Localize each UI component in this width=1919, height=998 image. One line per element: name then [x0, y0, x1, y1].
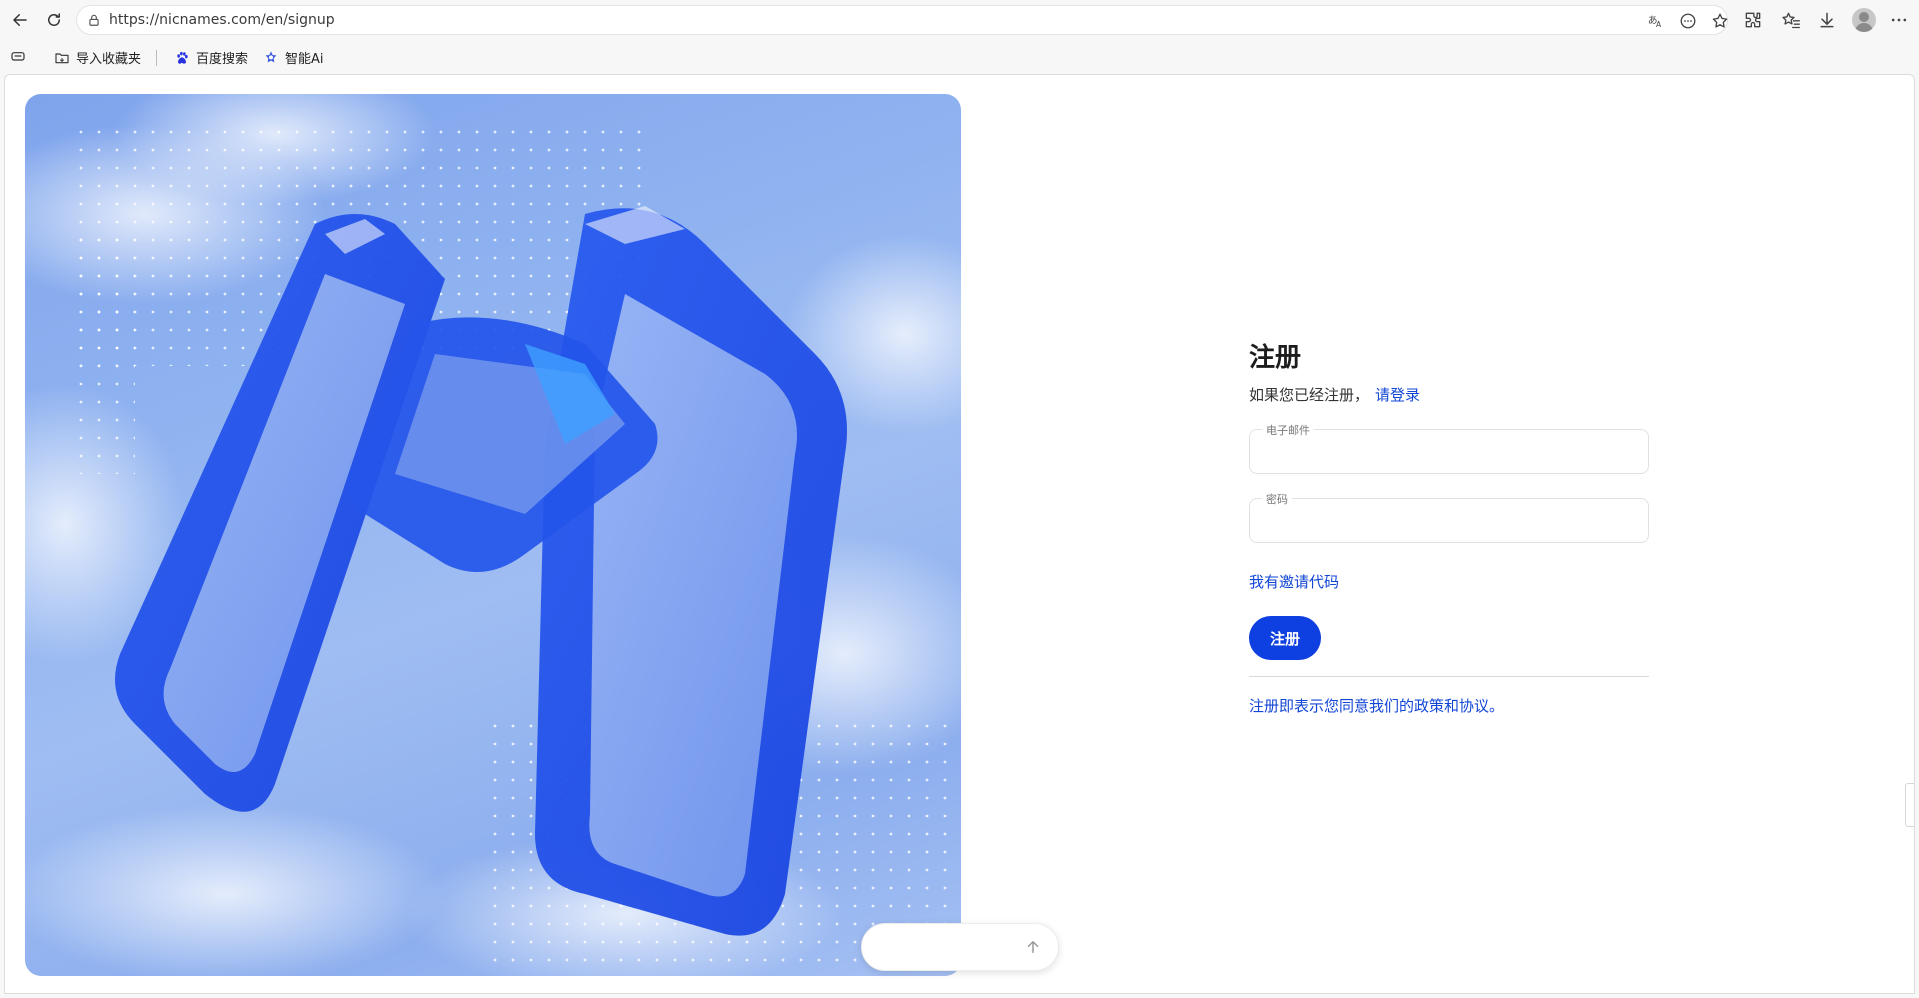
tab-actions-icon	[11, 52, 25, 61]
translate-icon[interactable]: あA	[1647, 12, 1665, 30]
favorite-star-icon[interactable]	[1711, 12, 1729, 30]
favorites-list-icon	[1782, 12, 1800, 29]
reader-mode-icon[interactable]	[1679, 12, 1697, 30]
bookmark-label: 导入收藏夹	[76, 52, 142, 67]
lock-icon	[89, 14, 99, 26]
divider	[1249, 676, 1649, 677]
more-dots-icon	[1891, 18, 1907, 22]
extensions-button[interactable]	[1742, 9, 1764, 31]
bookmark-separator	[156, 50, 157, 66]
invite-code-link[interactable]: 我有邀请代码	[1249, 571, 1339, 592]
favorites-button[interactable]	[1780, 9, 1802, 31]
more-menu-button[interactable]	[1888, 9, 1910, 31]
downloads-button[interactable]	[1816, 9, 1838, 31]
policy-link[interactable]: 注册即表示您同意我们的政策和协议。	[1249, 695, 1504, 716]
bookmark-baidu[interactable]: 百度搜索	[174, 48, 248, 67]
login-prompt-text: 如果您已经注册，	[1249, 386, 1370, 404]
hero-m-logo-illustration	[25, 94, 961, 976]
ai-star-icon	[265, 50, 277, 62]
hero-image	[25, 94, 961, 976]
signup-form: 注册 如果您已经注册， 请登录 电子邮件 密码 我有邀请代码 注册 注册即表示您同…	[1249, 337, 1649, 716]
email-input[interactable]	[1250, 430, 1648, 473]
floating-input-box[interactable]	[861, 923, 1059, 971]
back-arrow-icon	[13, 14, 27, 26]
download-icon	[1820, 12, 1834, 28]
profile-avatar[interactable]	[1852, 8, 1876, 32]
address-bar[interactable]: https://nicnames.com/en/signup あA	[76, 5, 1728, 35]
password-input[interactable]	[1250, 499, 1648, 542]
signup-button[interactable]: 注册	[1249, 616, 1321, 660]
back-button[interactable]	[6, 6, 34, 34]
reload-button[interactable]	[40, 6, 68, 34]
side-panel-handle[interactable]	[1905, 783, 1914, 827]
puzzle-icon	[1745, 12, 1761, 28]
bookmark-ai[interactable]: 智能Ai	[263, 48, 324, 67]
reload-icon	[48, 13, 60, 26]
arrow-up-icon[interactable]	[1024, 938, 1042, 956]
baidu-paw-icon	[177, 51, 188, 64]
email-field[interactable]: 电子邮件	[1249, 422, 1649, 474]
bookmark-label: 百度搜索	[196, 52, 249, 67]
bookmark-import[interactable]: 导入收藏夹	[54, 48, 141, 67]
bookmarks-bar: 导入收藏夹 百度搜索 智能Ai	[0, 40, 1919, 74]
page-viewport: 注册 如果您已经注册， 请登录 电子邮件 密码 我有邀请代码 注册 注册即表示您同…	[4, 74, 1915, 994]
url-text: https://nicnames.com/en/signup	[109, 12, 335, 28]
bookmark-label: 智能Ai	[285, 52, 324, 67]
login-link[interactable]: 请登录	[1375, 386, 1420, 404]
browser-toolbar: https://nicnames.com/en/signup あA	[0, 0, 1919, 40]
tab-actions-button[interactable]	[10, 48, 26, 64]
password-field[interactable]: 密码	[1249, 491, 1649, 543]
page-title: 注册	[1249, 343, 1302, 373]
folder-import-icon	[55, 52, 69, 63]
svg-text:A: A	[1656, 20, 1662, 29]
login-prompt: 如果您已经注册， 请登录	[1249, 384, 1649, 405]
